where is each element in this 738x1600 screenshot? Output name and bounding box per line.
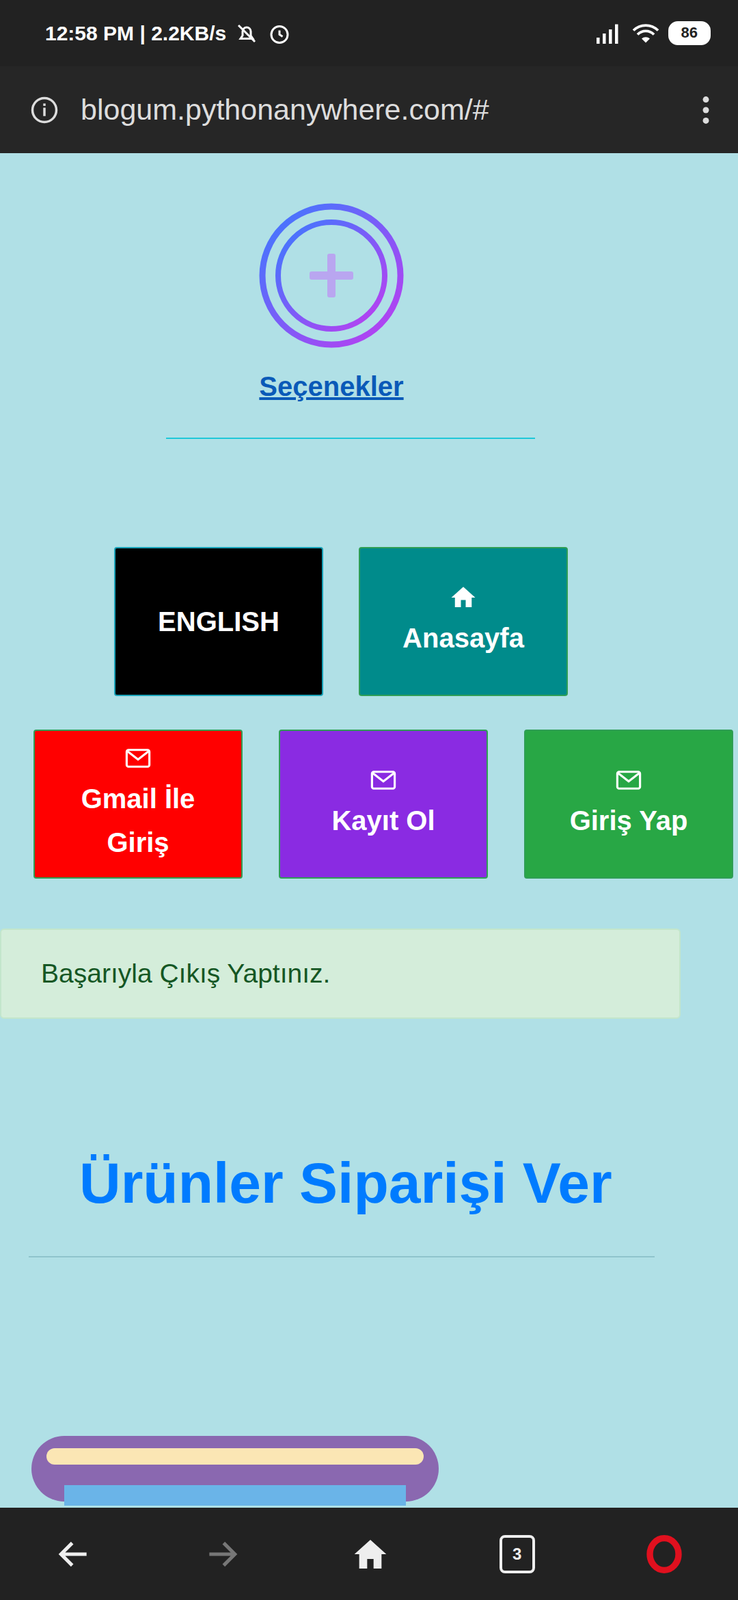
- plus-logo-icon[interactable]: [257, 201, 406, 350]
- nav-button[interactable]: Gmail İle Giriş: [33, 729, 243, 879]
- back-arrow-icon[interactable]: [54, 1534, 93, 1573]
- info-icon[interactable]: [30, 95, 59, 125]
- envelope-icon: [614, 765, 644, 795]
- alarm-icon: [267, 21, 292, 46]
- nav-button[interactable]: Kayıt Ol: [278, 729, 488, 879]
- nav-button[interactable]: Anasayfa: [358, 546, 568, 696]
- success-alert: Başarıyla Çıkış Yaptınız.: [0, 927, 681, 1019]
- envelope-icon: [369, 765, 398, 795]
- home-icon[interactable]: [351, 1534, 390, 1573]
- envelope-icon: [123, 743, 153, 773]
- button-row: ENGLISH Anasayfa: [0, 546, 738, 696]
- battery-indicator: 86: [668, 21, 711, 45]
- more-menu-icon[interactable]: [701, 94, 711, 126]
- muted-bell-icon: [234, 21, 259, 46]
- status-bar: 12:58 PM | 2.2KB/s 86: [0, 0, 738, 67]
- product-image[interactable]: [28, 1429, 442, 1505]
- divider: [166, 437, 536, 439]
- page-content: Seçenekler ENGLISH Anasayfa Gmail İle Gi…: [0, 153, 738, 1507]
- opera-logo-icon[interactable]: [645, 1534, 684, 1573]
- status-text: 12:58 PM | 2.2KB/s: [45, 21, 227, 46]
- options-link[interactable]: Seçenekler: [258, 369, 404, 403]
- nav-button[interactable]: Giriş Yap: [524, 729, 734, 879]
- wifi-icon: [631, 21, 661, 46]
- forward-arrow-icon[interactable]: [202, 1534, 242, 1573]
- bottom-nav-bar: 3: [0, 1506, 738, 1599]
- browser-screen: 12:58 PM | 2.2KB/s 86 blogum.pythonanywh…: [0, 0, 738, 1599]
- nav-button[interactable]: ENGLISH: [114, 546, 324, 696]
- url-text[interactable]: blogum.pythonanywhere.com/#: [80, 92, 680, 127]
- home-icon: [448, 582, 478, 612]
- signal-icon: [594, 21, 624, 46]
- address-bar[interactable]: blogum.pythonanywhere.com/#: [0, 66, 738, 154]
- page-heading: Ürünler Siparişi Ver: [79, 1148, 738, 1218]
- button-row: Gmail İle Giriş Kayıt Ol Giriş Yap: [0, 729, 738, 879]
- divider: [28, 1255, 655, 1257]
- tabs-button[interactable]: 3: [499, 1534, 536, 1573]
